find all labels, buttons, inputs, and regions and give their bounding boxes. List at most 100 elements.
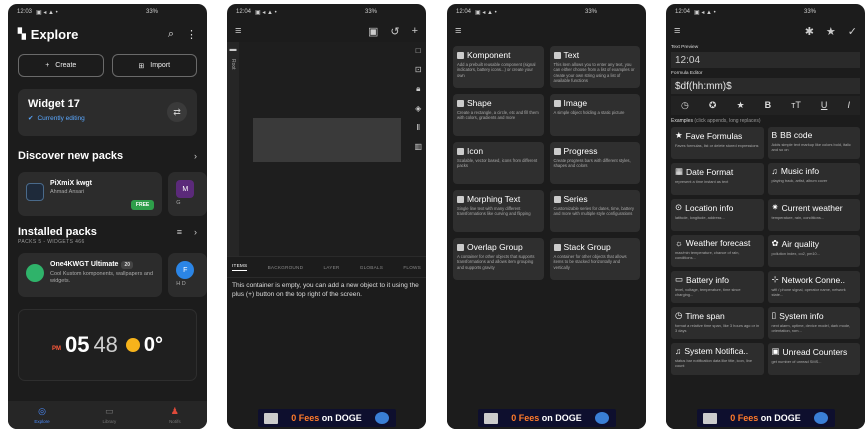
example-weather-forecast[interactable]: ☼ Weather forecast max/min temperature, ch…: [671, 235, 764, 267]
example-current-weather[interactable]: ✷ Current weather temperature, rain, condi…: [767, 199, 860, 231]
menu-icon[interactable]: ≡: [455, 25, 461, 37]
gear-icon[interactable]: ✱: [805, 25, 814, 38]
folder-icon: ▭: [105, 406, 114, 416]
more-menu-icon[interactable]: ⋮: [186, 28, 197, 41]
example-location-info[interactable]: ⊙ Location info latitude, longitude, addre…: [671, 199, 764, 231]
item-morphing-text[interactable]: Morphing Text Single line text with many …: [453, 190, 544, 232]
chart-icon[interactable]: ▥: [414, 142, 422, 151]
editor-preview-area[interactable]: ▬ Root □ ⊡ 🔒︎ ◈ Ⅱ ▥: [227, 42, 426, 256]
swap-icon[interactable]: ⇄: [167, 102, 187, 122]
square-icon[interactable]: □: [416, 46, 421, 55]
current-widget-card[interactable]: Widget 17 ✔ Currently editing ⇄: [18, 89, 197, 136]
palette-icon[interactable]: ✪: [709, 100, 717, 111]
nav-notifs[interactable]: ♟ Notifs: [169, 406, 181, 424]
add-icon[interactable]: +: [412, 25, 418, 38]
star-icon[interactable]: ★: [826, 25, 836, 38]
nav-library[interactable]: ▭ Library: [102, 406, 116, 424]
battery-icon: ▭: [675, 274, 684, 284]
item-overlap-group[interactable]: Overlap Group A container for other objec…: [453, 238, 544, 280]
ad-banner[interactable]: 0 Fees on DOGE: [227, 407, 426, 429]
tab-flows[interactable]: FLOWS: [403, 265, 421, 270]
nav-explore[interactable]: ◎ Explore: [34, 406, 49, 424]
tab-globals[interactable]: GLOBALS: [360, 265, 383, 270]
history-icon[interactable]: ↺: [390, 25, 399, 38]
text-icon: [553, 51, 561, 59]
page-title-text: Explore: [30, 26, 79, 42]
tab-background[interactable]: BACKGROUND: [268, 265, 304, 270]
import-button[interactable]: ⊞ Import: [111, 54, 197, 77]
create-button[interactable]: + Create: [18, 54, 104, 77]
item-desc: Single line text with many different tra…: [457, 206, 531, 217]
search-icon[interactable]: ⌕: [168, 28, 174, 41]
example-title: System info: [779, 310, 824, 321]
widget-canvas[interactable]: [253, 118, 401, 162]
item-text[interactable]: Text This item allows you to enter any te…: [549, 46, 640, 88]
empty-container-message: This container is empty, you can add a n…: [232, 282, 419, 298]
example-air-quality[interactable]: ✿ Air quality pollution index, co2, pm10..…: [767, 235, 860, 267]
save-icon[interactable]: ▣: [368, 25, 378, 38]
example-title: Weather forecast: [685, 238, 751, 248]
overlap-group-icon: [457, 243, 464, 251]
example-music-info[interactable]: ♫ Music info playing track, artist, album …: [767, 163, 860, 195]
lock-icon[interactable]: 🔒︎: [416, 84, 420, 94]
item-progress[interactable]: Progress Create progress bars with differ…: [549, 142, 640, 184]
folder-icon[interactable]: ▬: [230, 46, 237, 53]
check-icon[interactable]: ✓: [848, 25, 857, 38]
example-desc: get number of unread SMS...: [771, 359, 822, 364]
item-title: Shape: [467, 98, 492, 108]
item-series[interactable]: Series Customizable series for dates, tim…: [549, 190, 640, 232]
bold-icon[interactable]: B: [765, 100, 772, 111]
item-title: Progress: [563, 146, 598, 156]
shape-icon: [457, 99, 464, 107]
menu-icon[interactable]: ≡: [235, 25, 241, 37]
chevron-right-icon[interactable]: ›: [194, 227, 197, 237]
example-unread-counters[interactable]: ▣ Unread Counters get number of unread SMS…: [767, 343, 860, 375]
tab-items[interactable]: ITEMS: [232, 263, 248, 271]
pack-name: One4KWGT Ultimate 20: [50, 261, 154, 269]
item-icon[interactable]: Icon Scalable, vector based, icons from d…: [453, 142, 544, 184]
example-system-notifications[interactable]: ♫ System Notifica.. status bar notificatio…: [671, 343, 764, 375]
item-komponent[interactable]: Komponent Add a prebuilt reusable compone…: [453, 46, 544, 88]
import-icon: ⊞: [138, 62, 145, 70]
focus-icon[interactable]: ⊡: [415, 65, 422, 74]
formula-input[interactable]: $df(hh:mm)$: [671, 78, 860, 94]
root-label[interactable]: Root: [230, 59, 236, 70]
pause-icon[interactable]: Ⅱ: [416, 123, 420, 132]
example-system-info[interactable]: ▯ System info next alarm, uptime, device m…: [767, 307, 860, 339]
item-desc: Create a rectangle, a circle, etc and fi…: [457, 110, 539, 121]
text-size-icon[interactable]: ᴛT: [791, 100, 801, 111]
example-bb-code[interactable]: B BB code Adds simple text markup like col…: [767, 127, 860, 159]
example-date-format[interactable]: ▦ Date Format represent a time instant as …: [671, 163, 764, 195]
italic-icon[interactable]: I: [847, 100, 850, 111]
menu-icon[interactable]: ≡: [674, 25, 680, 37]
explore-icon[interactable]: ◷: [681, 100, 689, 111]
editor-tabs: ITEMS BACKGROUND LAYER GLOBALS FLOWS: [227, 256, 426, 278]
example-fave-formulas[interactable]: ★ Fave Formulas Faves formulas, list or de…: [671, 127, 764, 159]
example-time-span[interactable]: ◷ Time span format a relative time span, l…: [671, 307, 764, 339]
discover-header[interactable]: Discover new packs ›: [8, 150, 207, 162]
ad-banner[interactable]: 0 Fees on DOGE: [666, 407, 865, 429]
status-bar: 12:04 ▣ ◂ ▲ • 33%: [447, 4, 646, 20]
air-icon: ✿: [771, 238, 779, 248]
item-image[interactable]: Image A simple object holding a static pi…: [549, 94, 640, 136]
sun-icon: [125, 338, 140, 352]
pack-card[interactable]: F H D: [168, 253, 207, 297]
progress-icon: [553, 147, 561, 155]
discover-title: Discover new packs: [18, 150, 124, 162]
layers-icon[interactable]: ◈: [415, 104, 421, 113]
sort-icon[interactable]: ≡: [177, 227, 182, 237]
pack-card[interactable]: One4KWGT Ultimate 20 Cool Kustom komponen…: [18, 253, 163, 297]
pack-card[interactable]: PiXmiX kwgt Ahmad Ansari FREE: [18, 172, 163, 216]
pack-card[interactable]: M G: [168, 172, 207, 216]
bottom-nav: ◎ Explore ▭ Library ♟ Notifs: [8, 401, 207, 429]
item-stack-group[interactable]: Stack Group A container for other objects…: [549, 238, 640, 280]
underline-icon[interactable]: U: [821, 100, 828, 111]
example-battery-info[interactable]: ▭ Battery info level, voltage, temperature…: [671, 271, 764, 303]
clock-widget-preview[interactable]: PM 05 48 0°: [18, 309, 197, 381]
example-network-connection[interactable]: ⊹ Network Conne.. wifi / phone signal, ope…: [767, 271, 860, 303]
example-title: Network Conne..: [781, 274, 845, 285]
ad-banner[interactable]: 0 Fees on DOGE: [447, 407, 646, 429]
star-icon[interactable]: ★: [737, 100, 745, 111]
item-shape[interactable]: Shape Create a rectangle, a circle, etc a…: [453, 94, 544, 136]
tab-layer[interactable]: LAYER: [323, 265, 339, 270]
